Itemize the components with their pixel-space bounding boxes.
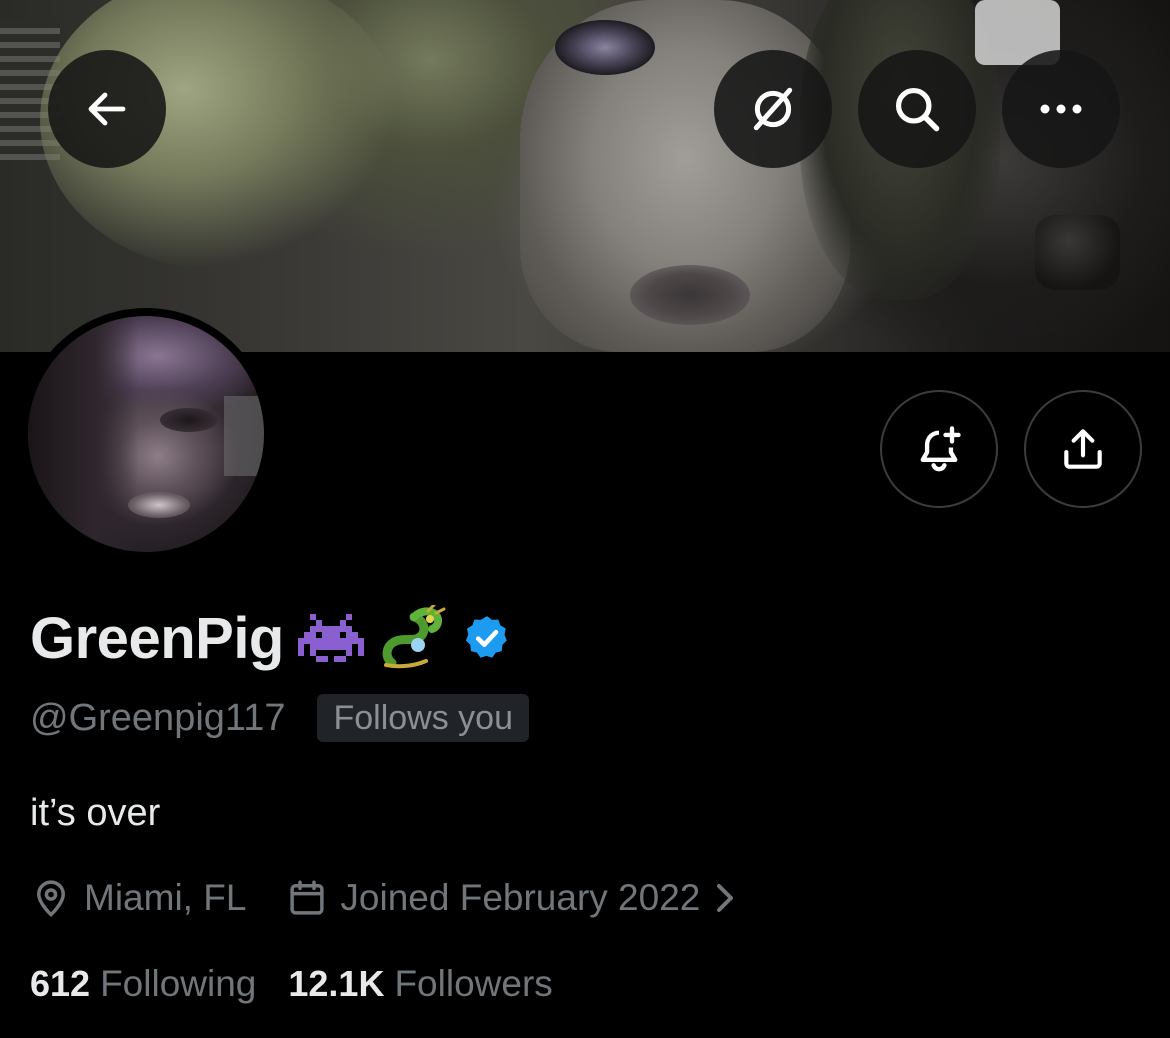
following-link[interactable]: 612 Following [30, 963, 256, 1005]
joined-text: Joined February 2022 [340, 877, 701, 918]
chevron-right-icon [717, 884, 734, 912]
display-name-row: GreenPig [30, 598, 512, 678]
share-upload-icon [1064, 429, 1102, 469]
followers-count: 12.1K [288, 963, 385, 1004]
more-horizontal-icon [1040, 104, 1082, 114]
share-button[interactable] [1024, 390, 1142, 508]
following-label: Following [100, 963, 257, 1004]
location-pin-icon [36, 880, 66, 918]
space-invader-emoji-icon [297, 613, 364, 663]
joined-item[interactable]: Joined February 2022 [286, 877, 738, 919]
avatar[interactable] [28, 316, 264, 552]
dragon-emoji-icon [378, 605, 448, 671]
arrow-left-icon [88, 92, 126, 126]
profile-meta-row: Miami, FL Joined February 2022 [30, 872, 778, 924]
followers-label: Followers [394, 963, 553, 1004]
bell-plus-icon [920, 426, 961, 472]
profile-page: GreenPig @Greenpig117 Follows you it’s o… [0, 0, 1170, 1038]
grok-button[interactable] [714, 50, 832, 168]
display-name: GreenPig [30, 605, 284, 671]
calendar-icon [290, 880, 325, 915]
search-icon [895, 87, 940, 132]
back-button[interactable] [48, 50, 166, 168]
handle-row: @Greenpig117 Follows you [30, 690, 529, 746]
profile-banner[interactable] [0, 0, 1170, 352]
follow-stats-row: 612 Following 12.1K Followers [30, 958, 585, 1010]
username-handle: @Greenpig117 [30, 696, 286, 739]
follows-you-badge: Follows you [317, 694, 529, 742]
more-button[interactable] [1002, 50, 1120, 168]
bio: it’s over [30, 792, 161, 834]
search-button[interactable] [858, 50, 976, 168]
location-text: Miami, FL [84, 877, 247, 918]
following-count: 612 [30, 963, 91, 1004]
notifications-button[interactable] [880, 390, 998, 508]
grok-icon [753, 87, 793, 131]
followers-link[interactable]: 12.1K Followers [288, 963, 552, 1005]
location-item: Miami, FL [30, 877, 246, 919]
verified-badge-icon[interactable] [462, 613, 512, 663]
